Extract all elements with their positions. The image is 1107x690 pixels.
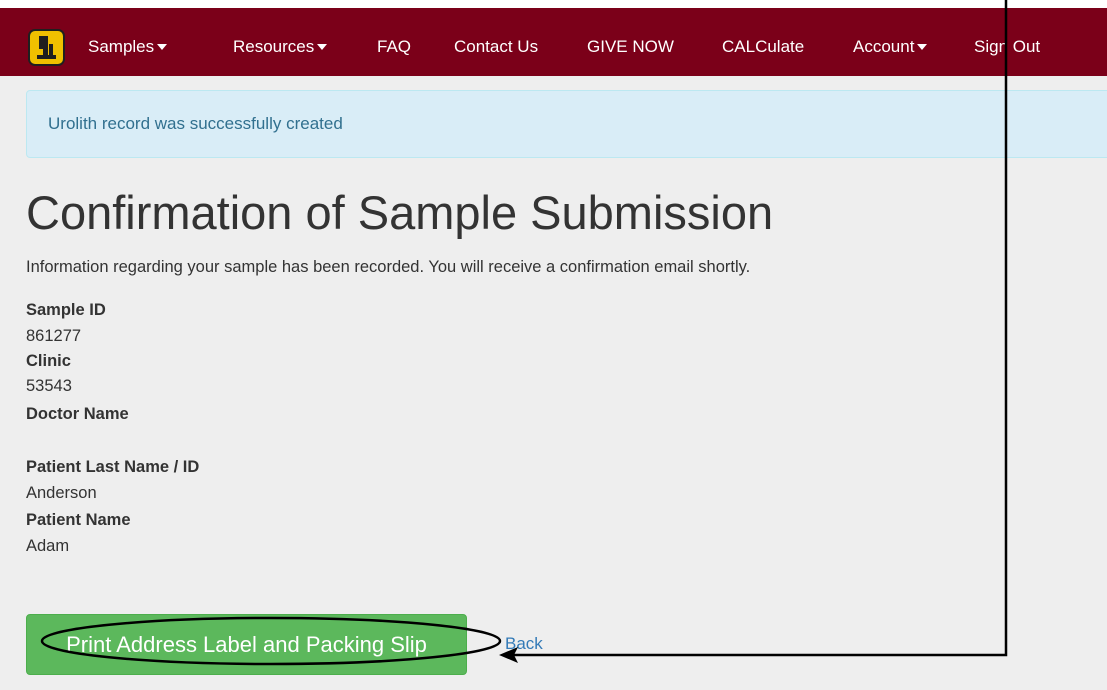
print-label-button[interactable]: Print Address Label and Packing Slip [26, 614, 467, 675]
sample-id-value: 861277 [26, 327, 82, 345]
nav-contact-us-label: Contact Us [454, 37, 539, 56]
patient-last-name-label: Patient Last Name / ID [26, 458, 200, 476]
sample-id-label: Sample ID [26, 301, 106, 319]
nav-samples-label: Samples [88, 37, 155, 56]
nav-account-label: Account [853, 37, 915, 56]
doctor-name-label: Doctor Name [26, 405, 129, 423]
alert-message: Urolith record was successfully created [48, 114, 343, 133]
chevron-down-icon [317, 43, 328, 50]
nav-sign-out[interactable]: Sign Out [974, 33, 1040, 61]
top-navbar: Samples Resources FAQ Contact Us GIVE NO… [0, 8, 1107, 76]
patient-name-value: Adam [26, 537, 70, 555]
nav-sign-out-label: Sign Out [974, 37, 1041, 56]
nav-give-now[interactable]: GIVE NOW [587, 33, 674, 61]
nav-account[interactable]: Account [853, 33, 928, 61]
nav-resources-label: Resources [233, 37, 315, 56]
nav-resources[interactable]: Resources [233, 33, 328, 61]
nav-contact-us[interactable]: Contact Us [454, 33, 538, 61]
microscope-logo-icon[interactable] [28, 29, 65, 66]
back-link[interactable]: Back [505, 633, 543, 655]
chevron-down-icon [157, 43, 168, 50]
success-alert: Urolith record was successfully created [26, 90, 1107, 158]
page-title: Confirmation of Sample Submission [26, 186, 774, 239]
clinic-label: Clinic [26, 352, 71, 370]
nav-faq[interactable]: FAQ [377, 33, 411, 61]
intro-text: Information regarding your sample has be… [26, 258, 751, 276]
nav-calculate-label: CALCulate [722, 37, 805, 56]
patient-last-name-value: Anderson [26, 484, 97, 502]
print-label-button-text: Print Address Label and Packing Slip [66, 632, 427, 657]
patient-name-label: Patient Name [26, 511, 131, 529]
nav-give-now-label: GIVE NOW [587, 37, 674, 56]
nav-faq-label: FAQ [377, 37, 412, 56]
nav-calculate[interactable]: CALCulate [722, 33, 804, 61]
chevron-down-icon [917, 43, 928, 50]
microscope-glyph [37, 36, 56, 59]
nav-samples[interactable]: Samples [88, 33, 168, 61]
clinic-value: 53543 [26, 377, 72, 395]
